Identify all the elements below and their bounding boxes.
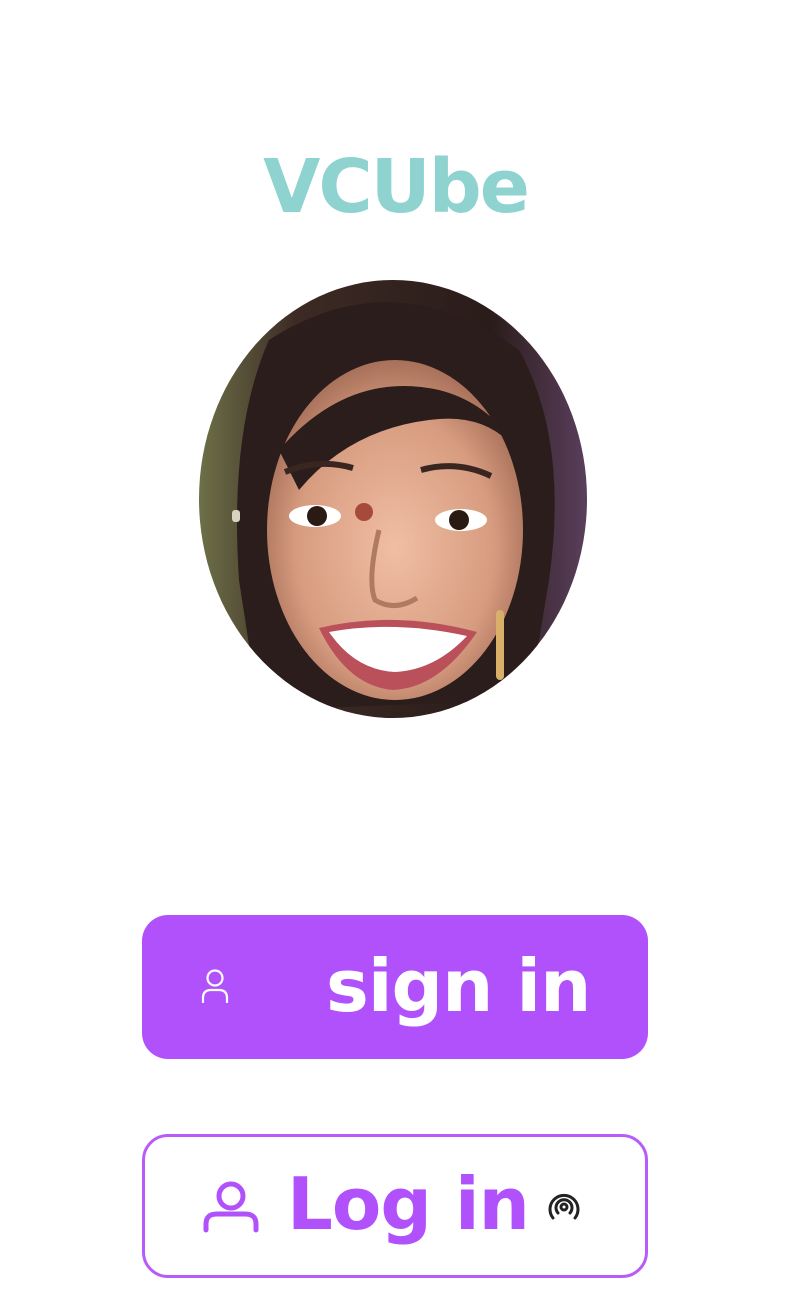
app-title: VCUbe [263,144,530,230]
log-in-label: Log in [287,1162,530,1246]
user-icon [200,968,230,1004]
user-icon [202,1181,260,1233]
log-in-button[interactable]: Log in [142,1134,648,1278]
sign-in-button[interactable]: sign in [142,915,648,1059]
avatar-photo [199,280,587,718]
sign-in-label: sign in [326,944,591,1028]
broadcast-icon [543,1186,585,1228]
avatar [199,280,587,718]
